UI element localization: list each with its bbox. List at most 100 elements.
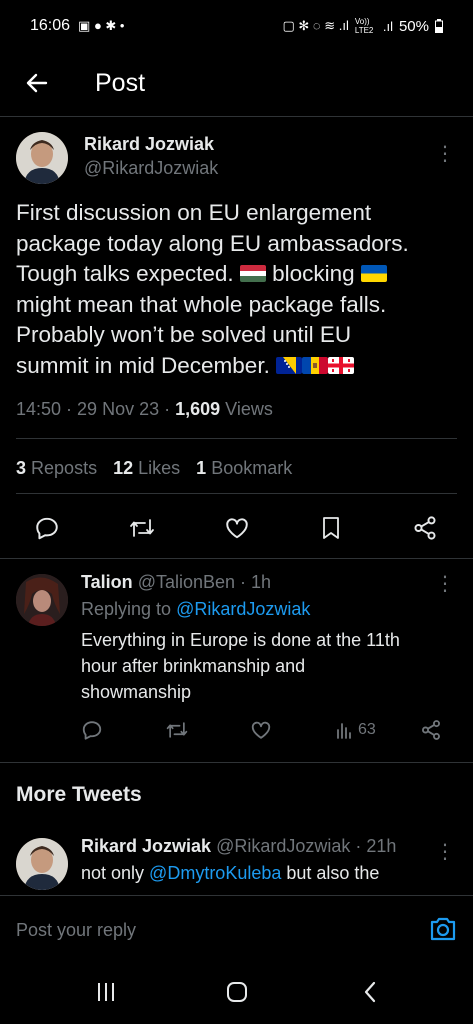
moldova-flag-icon [302, 356, 329, 374]
tweet-text-line: might mean that whole package falls. [16, 291, 387, 317]
repost-icon [130, 519, 154, 537]
replying-to: Replying to @RikardJozwiak [81, 599, 310, 620]
reply-button[interactable] [32, 513, 62, 543]
author-name[interactable]: Rikard Jozwiak [84, 134, 218, 155]
back-arrow-icon [26, 73, 48, 93]
back-button[interactable] [17, 63, 57, 103]
more-tweet-avatar-image [16, 838, 68, 890]
tweet-text-fragment: summit in mid December. [16, 352, 277, 378]
more-tweet-text-suffix: but also the [281, 863, 380, 883]
replying-to-handle[interactable]: @RikardJozwiak [176, 599, 310, 619]
more-tweet-author-handle[interactable]: @RikardJozwiak [216, 836, 350, 856]
recents-icon [98, 983, 114, 1001]
meta-divider [16, 438, 457, 439]
reply-views-button[interactable]: 63 [336, 718, 376, 742]
likes-stat[interactable]: 12 Likes [113, 458, 180, 479]
back-nav-icon [364, 981, 376, 1003]
reply-header: Talion @TalionBen · 1h [81, 572, 272, 592]
camera-icon [430, 917, 456, 941]
tweet-meta: 14:50 · 29 Nov 23 · 1,609 Views [16, 399, 273, 419]
status-time: 16:06 [30, 17, 71, 34]
reply-tweet[interactable]: Talion @TalionBen · 1h ⋮ Replying to @Ri… [16, 568, 457, 758]
system-back-button[interactable] [355, 979, 385, 1005]
camera-button[interactable] [429, 916, 457, 942]
more-tweet-mention[interactable]: @DmytroKuleba [149, 863, 281, 883]
reply-author-name[interactable]: Talion [81, 572, 133, 592]
tweet-actions [16, 513, 457, 543]
reply-age: 1h [251, 572, 272, 592]
views-label: Views [225, 399, 273, 419]
tweet-text-line: package today along EU ambassadors. [16, 230, 409, 256]
repost-icon [166, 722, 188, 738]
more-tweet-item[interactable]: Rikard Jozwiak @RikardJozwiak · 21h ⋮ no… [16, 832, 457, 894]
reply-author-handle[interactable]: @TalionBen [138, 572, 235, 592]
reply-input[interactable]: Post your reply [16, 920, 136, 941]
reply-like-button[interactable] [250, 718, 272, 742]
more-tweet-avatar[interactable] [16, 838, 68, 890]
reply-divider [0, 762, 473, 763]
notification-icons: ▣ ● ✱ • [78, 18, 125, 33]
page-title: Post [95, 68, 146, 97]
home-button[interactable] [222, 979, 252, 1005]
reposts-count: 3 [16, 458, 27, 478]
views-count: 1,609 [175, 399, 221, 419]
reply-more-icon[interactable]: ⋮ [435, 574, 455, 594]
bookmarks-label: Bookmark [211, 458, 293, 478]
recents-button[interactable] [91, 979, 121, 1005]
replying-to-label: Replying to [81, 599, 172, 619]
likes-count: 12 [113, 458, 134, 478]
bosnia-flag-icon [276, 356, 303, 374]
like-button[interactable] [222, 513, 252, 543]
tweet-text-line: Probably won’t be solved until EU [16, 322, 352, 347]
tweet-stats: 3 Reposts 12 Likes 1 Bookmark [16, 458, 292, 479]
tweet-date: 29 Nov 23 [77, 399, 160, 419]
reply-composer[interactable]: Post your reply [0, 895, 473, 961]
status-bar: 16:06 ▣ ● ✱ • ▢ ✻ ◌ ≋ .ıl Vo)) LTE2 .ıl … [0, 0, 473, 52]
more-tweet-more-icon[interactable]: ⋮ [435, 842, 455, 862]
like-icon [226, 518, 248, 539]
reply-avatar[interactable] [16, 574, 68, 626]
battery-level: 50% [398, 17, 429, 35]
system-icons: ▢ ✻ ◌ ≋ .ıl [282, 18, 349, 33]
share-icon [422, 720, 440, 740]
author-handle[interactable]: @RikardJozwiak [84, 158, 218, 179]
tweet-text-line: Tough talks expected. blocking [16, 259, 456, 290]
signal-icon: .ıl [382, 18, 393, 34]
tweet-text: First discussion on EU enlargement packa… [16, 198, 456, 381]
network-label: Vo)) LTE2 [354, 17, 374, 35]
reply-repost-button[interactable] [165, 718, 189, 742]
more-tweet-text: not only @DmytroKuleba but also the [81, 863, 379, 884]
avatar-image [16, 132, 68, 184]
reply-share-button[interactable] [420, 718, 442, 742]
bookmarks-stat[interactable]: 1 Bookmark [196, 458, 292, 479]
bookmark-button[interactable] [316, 513, 346, 543]
tweet-text-line: summit in mid December. [16, 351, 456, 382]
reply-actions: 63 [81, 718, 451, 742]
more-vertical-icon[interactable]: ⋮ [435, 144, 455, 164]
tweet-text-fragment: blocking [265, 261, 361, 286]
more-tweet-author-name[interactable]: Rikard Jozwiak [81, 836, 211, 856]
stats-divider [16, 493, 457, 494]
views-icon [337, 723, 351, 739]
share-icon [414, 516, 436, 540]
reply-avatar-image [16, 574, 68, 626]
repost-button[interactable] [127, 513, 157, 543]
bookmark-icon [323, 517, 339, 539]
bookmarks-count: 1 [196, 458, 207, 478]
reply-text: Everything in Europe is done at the 11th… [81, 627, 451, 705]
reply-text-line: showmanship [81, 682, 192, 702]
reply-text-line: Everything in Europe is done at the 11th [81, 630, 400, 650]
system-nav-bar [0, 961, 473, 1024]
reply-views-count: 63 [358, 721, 376, 738]
reply-reply-button[interactable] [81, 718, 103, 742]
reply-icon [82, 721, 102, 740]
hungary-flag-icon [239, 265, 266, 282]
top-bar: Post [0, 52, 473, 114]
share-button[interactable] [410, 513, 440, 543]
more-tweet-text-prefix: not only [81, 863, 150, 883]
reposts-stat[interactable]: 3 Reposts [16, 458, 97, 479]
likes-label: Likes [138, 458, 181, 478]
reply-text-line: hour after brinkmanship and [81, 656, 306, 676]
avatar[interactable] [16, 132, 68, 184]
reposts-label: Reposts [31, 458, 98, 478]
